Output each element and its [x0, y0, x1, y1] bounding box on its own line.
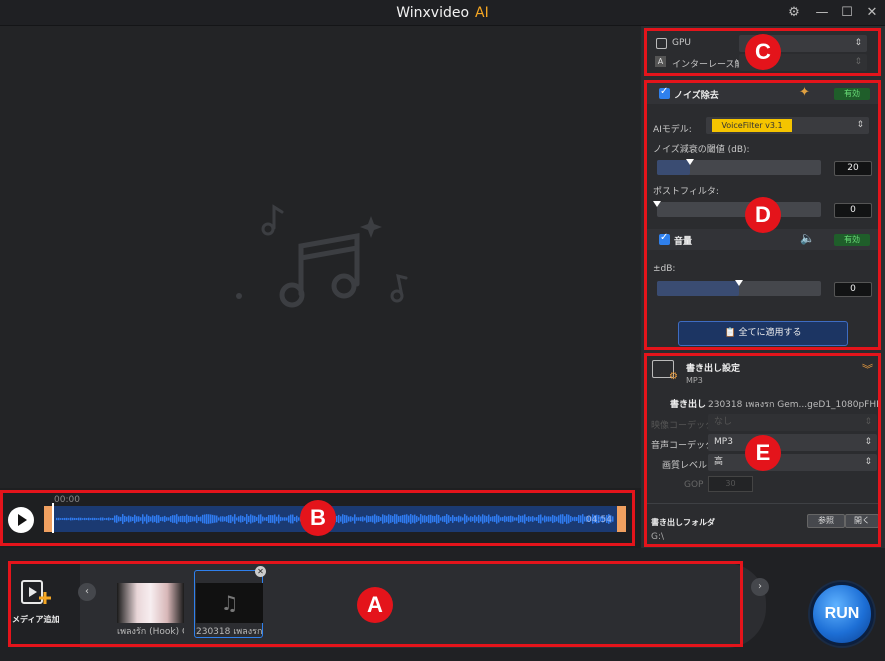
app-title: Winxvideo AI	[396, 5, 489, 21]
minimize-icon[interactable]: —	[811, 3, 833, 23]
music-placeholder-icon	[236, 204, 408, 308]
annotation-badge-c: C	[745, 34, 781, 70]
annotation-badge-b: B	[300, 500, 336, 536]
annotation-badge-e: E	[745, 435, 781, 471]
maximize-icon[interactable]: ☐	[836, 3, 858, 23]
settings-gear-icon[interactable]: ⚙	[783, 3, 805, 23]
preview-area	[0, 26, 641, 488]
annotation-badge-a: A	[357, 587, 393, 623]
annotation-badge-d: D	[745, 197, 781, 233]
close-icon[interactable]: ✕	[861, 3, 883, 23]
run-button[interactable]: RUN	[810, 582, 874, 646]
scroll-right-button[interactable]: ›	[751, 578, 769, 596]
